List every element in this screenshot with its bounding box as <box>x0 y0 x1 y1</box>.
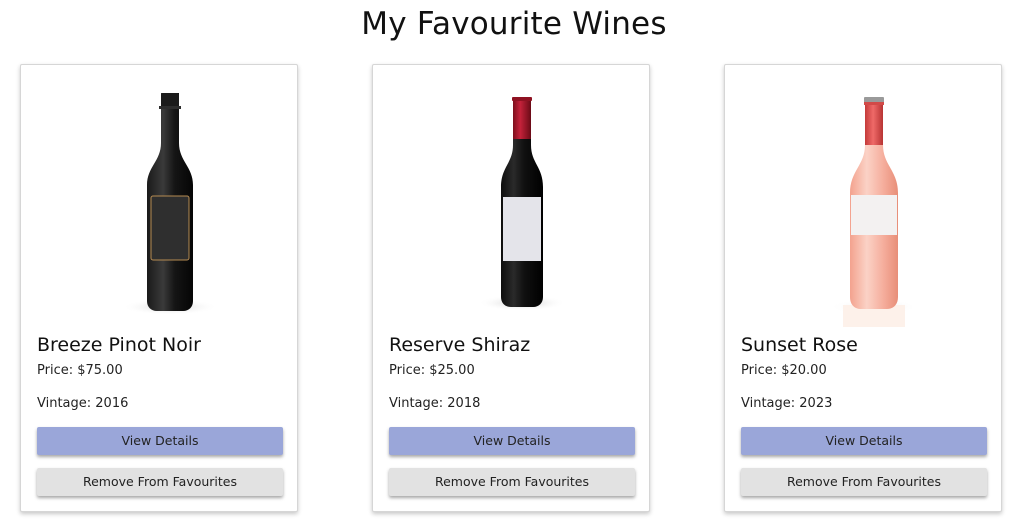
view-details-button[interactable]: View Details <box>741 427 987 455</box>
wine-card: Sunset Rose Price: $20.00 Vintage: 2023 … <box>724 64 1002 512</box>
remove-from-favourites-button[interactable]: Remove From Favourites <box>37 468 283 496</box>
wine-price: Price: $25.00 <box>389 363 475 378</box>
wine-card-list: Breeze Pinot Noir Price: $75.00 Vintage:… <box>20 64 1004 514</box>
wine-price: Price: $75.00 <box>37 363 123 378</box>
wine-name: Sunset Rose <box>741 334 858 356</box>
wine-vintage: Vintage: 2023 <box>741 396 833 411</box>
wine-bottle-image <box>121 83 219 329</box>
rose-wine-bottle-image <box>830 97 918 327</box>
wine-bottle-image <box>825 83 923 329</box>
view-details-button[interactable]: View Details <box>389 427 635 455</box>
red-wine-bottle-image <box>478 97 566 311</box>
wine-name: Breeze Pinot Noir <box>37 334 201 356</box>
wine-card: Reserve Shiraz Price: $25.00 Vintage: 20… <box>372 64 650 512</box>
wine-name: Reserve Shiraz <box>389 334 531 356</box>
dark-wine-bottle-image <box>122 93 218 315</box>
remove-from-favourites-button[interactable]: Remove From Favourites <box>389 468 635 496</box>
remove-from-favourites-button[interactable]: Remove From Favourites <box>741 468 987 496</box>
wine-card: Breeze Pinot Noir Price: $75.00 Vintage:… <box>20 64 298 512</box>
view-details-button[interactable]: View Details <box>37 427 283 455</box>
wine-bottle-image <box>473 83 571 329</box>
wine-vintage: Vintage: 2016 <box>37 396 129 411</box>
wine-price: Price: $20.00 <box>741 363 827 378</box>
page-title: My Favourite Wines <box>361 6 667 42</box>
wine-vintage: Vintage: 2018 <box>389 396 481 411</box>
